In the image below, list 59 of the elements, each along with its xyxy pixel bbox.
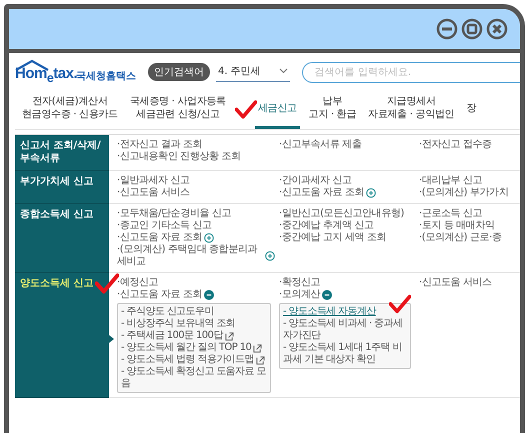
submenu-item[interactable]: - 비상장주식 보유내역 조회 [121, 318, 236, 330]
menu-category[interactable]: 양도소득세 신고 [15, 273, 109, 398]
menu-item[interactable]: ·대리납부 신고 [419, 175, 482, 187]
menu-item[interactable]: ·전자신고 접수증 [419, 139, 492, 151]
submenu-item[interactable]: - 주택세금 100문 100답 [121, 330, 223, 342]
menu-item[interactable]: ·(모의계산) 주택임대 종합분리과세비교 [117, 244, 263, 268]
chevron-down-icon [278, 68, 288, 74]
submenu-item[interactable]: - 양도소득세 확정신고 도움자료 모음 [121, 366, 267, 390]
submenu-item[interactable]: - 주식양도 신고도우미 [121, 306, 214, 318]
menu-category[interactable]: 부가가치세 신고 [15, 171, 109, 204]
submenu-link[interactable]: - 양도소득세 자동계산 [283, 306, 376, 318]
menu-item[interactable]: ·근로소득 신고 [419, 208, 482, 220]
menu-item[interactable]: ·모두채움/단순경비율 신고 [117, 208, 232, 220]
submenu-item[interactable]: - 양도소득세 비과세 · 중과세 자가진단 [283, 318, 407, 342]
menu-item[interactable]: ·(모의계산) 부가가치 [419, 187, 508, 199]
submenu-item[interactable]: - 양도소득세 1세대 1주택 비과세 기본 대상자 확인 [283, 342, 407, 366]
submenu-item[interactable]: - 양도소득세 법령 적용가이드맵 [121, 354, 254, 366]
menu-item[interactable]: ·신고도움 서비스 [117, 187, 190, 199]
menu-item[interactable]: ·신고도움 서비스 [419, 277, 492, 289]
nav-tab[interactable]: 세금신고 [254, 89, 300, 129]
minus-icon[interactable] [204, 290, 214, 300]
popular-search-badge: 인기검색어 [148, 63, 210, 81]
menu-item[interactable]: ·확정신고 [279, 277, 320, 289]
maximize-icon[interactable] [461, 18, 483, 40]
menu-item[interactable]: ·토지 등 매매차익 [419, 220, 495, 232]
menu-item[interactable]: ·(모의계산) 근로·종 [419, 232, 502, 244]
menu-category[interactable]: 종합소득세 신고 [15, 204, 109, 273]
logo-subtitle: 국세청홈택스 [76, 71, 136, 84]
nav-tab[interactable]: 장 [463, 89, 480, 129]
menu-item[interactable]: ·중간예납 고지 세액 조회 [279, 232, 386, 244]
nav-tab[interactable]: 지급명세서 자료제출 · 공익법인 [365, 89, 458, 129]
menu-item[interactable]: ·중간예납 추계액 신고 [279, 220, 374, 232]
pointer-icon [109, 335, 114, 343]
menu-item[interactable]: ·예정신고 [117, 277, 158, 289]
menu-item[interactable]: ·신고부속서류 제출 [279, 139, 362, 151]
menu-item[interactable]: ·일반신고(모든신고안내유형) [279, 208, 404, 220]
search-field[interactable]: 검색어를 입력하세요. [302, 62, 520, 82]
popular-search-dropdown[interactable]: 4. 주민세 [216, 62, 290, 82]
close-icon[interactable] [486, 18, 508, 40]
menu-item[interactable]: ·종교인 기타소득 신고 [117, 220, 212, 232]
menu-item[interactable]: ·모의계산 [279, 289, 320, 301]
nav-tab[interactable]: 납부 고지 · 환급 [306, 89, 360, 129]
nav-tab[interactable]: 국세증명 · 사업자등록 세금관련 신청/신고 [126, 89, 229, 129]
menu-item[interactable]: ·신고도움 자료 조회 [279, 187, 364, 199]
plus-icon[interactable] [265, 251, 275, 261]
minimize-icon[interactable] [436, 18, 458, 40]
menu-category[interactable]: 신고서 조회/삭제/ 부속서류 [15, 135, 109, 171]
submenu-item[interactable]: - 양도소득세 월간 질의 TOP 10 [121, 342, 252, 354]
plus-icon[interactable] [204, 233, 214, 243]
menu-item[interactable]: ·신고내용확인 진행상황 조회 [117, 151, 241, 163]
menu-item[interactable]: ·간이과세자 신고 [279, 175, 352, 187]
menu-item[interactable]: ·일반과세자 신고 [117, 175, 190, 187]
nav-tab[interactable]: 전자(세금)계산서 현금영수증 · 신용카드 [19, 89, 121, 129]
menu-item[interactable]: ·신고도움 자료 조회 [117, 232, 202, 244]
menu-item[interactable]: ·신고도움 자료 조회 [117, 289, 202, 301]
logo[interactable]: Hom$_{e}$tax. [15, 65, 78, 85]
plus-icon[interactable] [366, 188, 376, 198]
minus-icon[interactable] [322, 290, 332, 300]
menu-item[interactable]: ·전자신고 결과 조회 [117, 139, 202, 151]
